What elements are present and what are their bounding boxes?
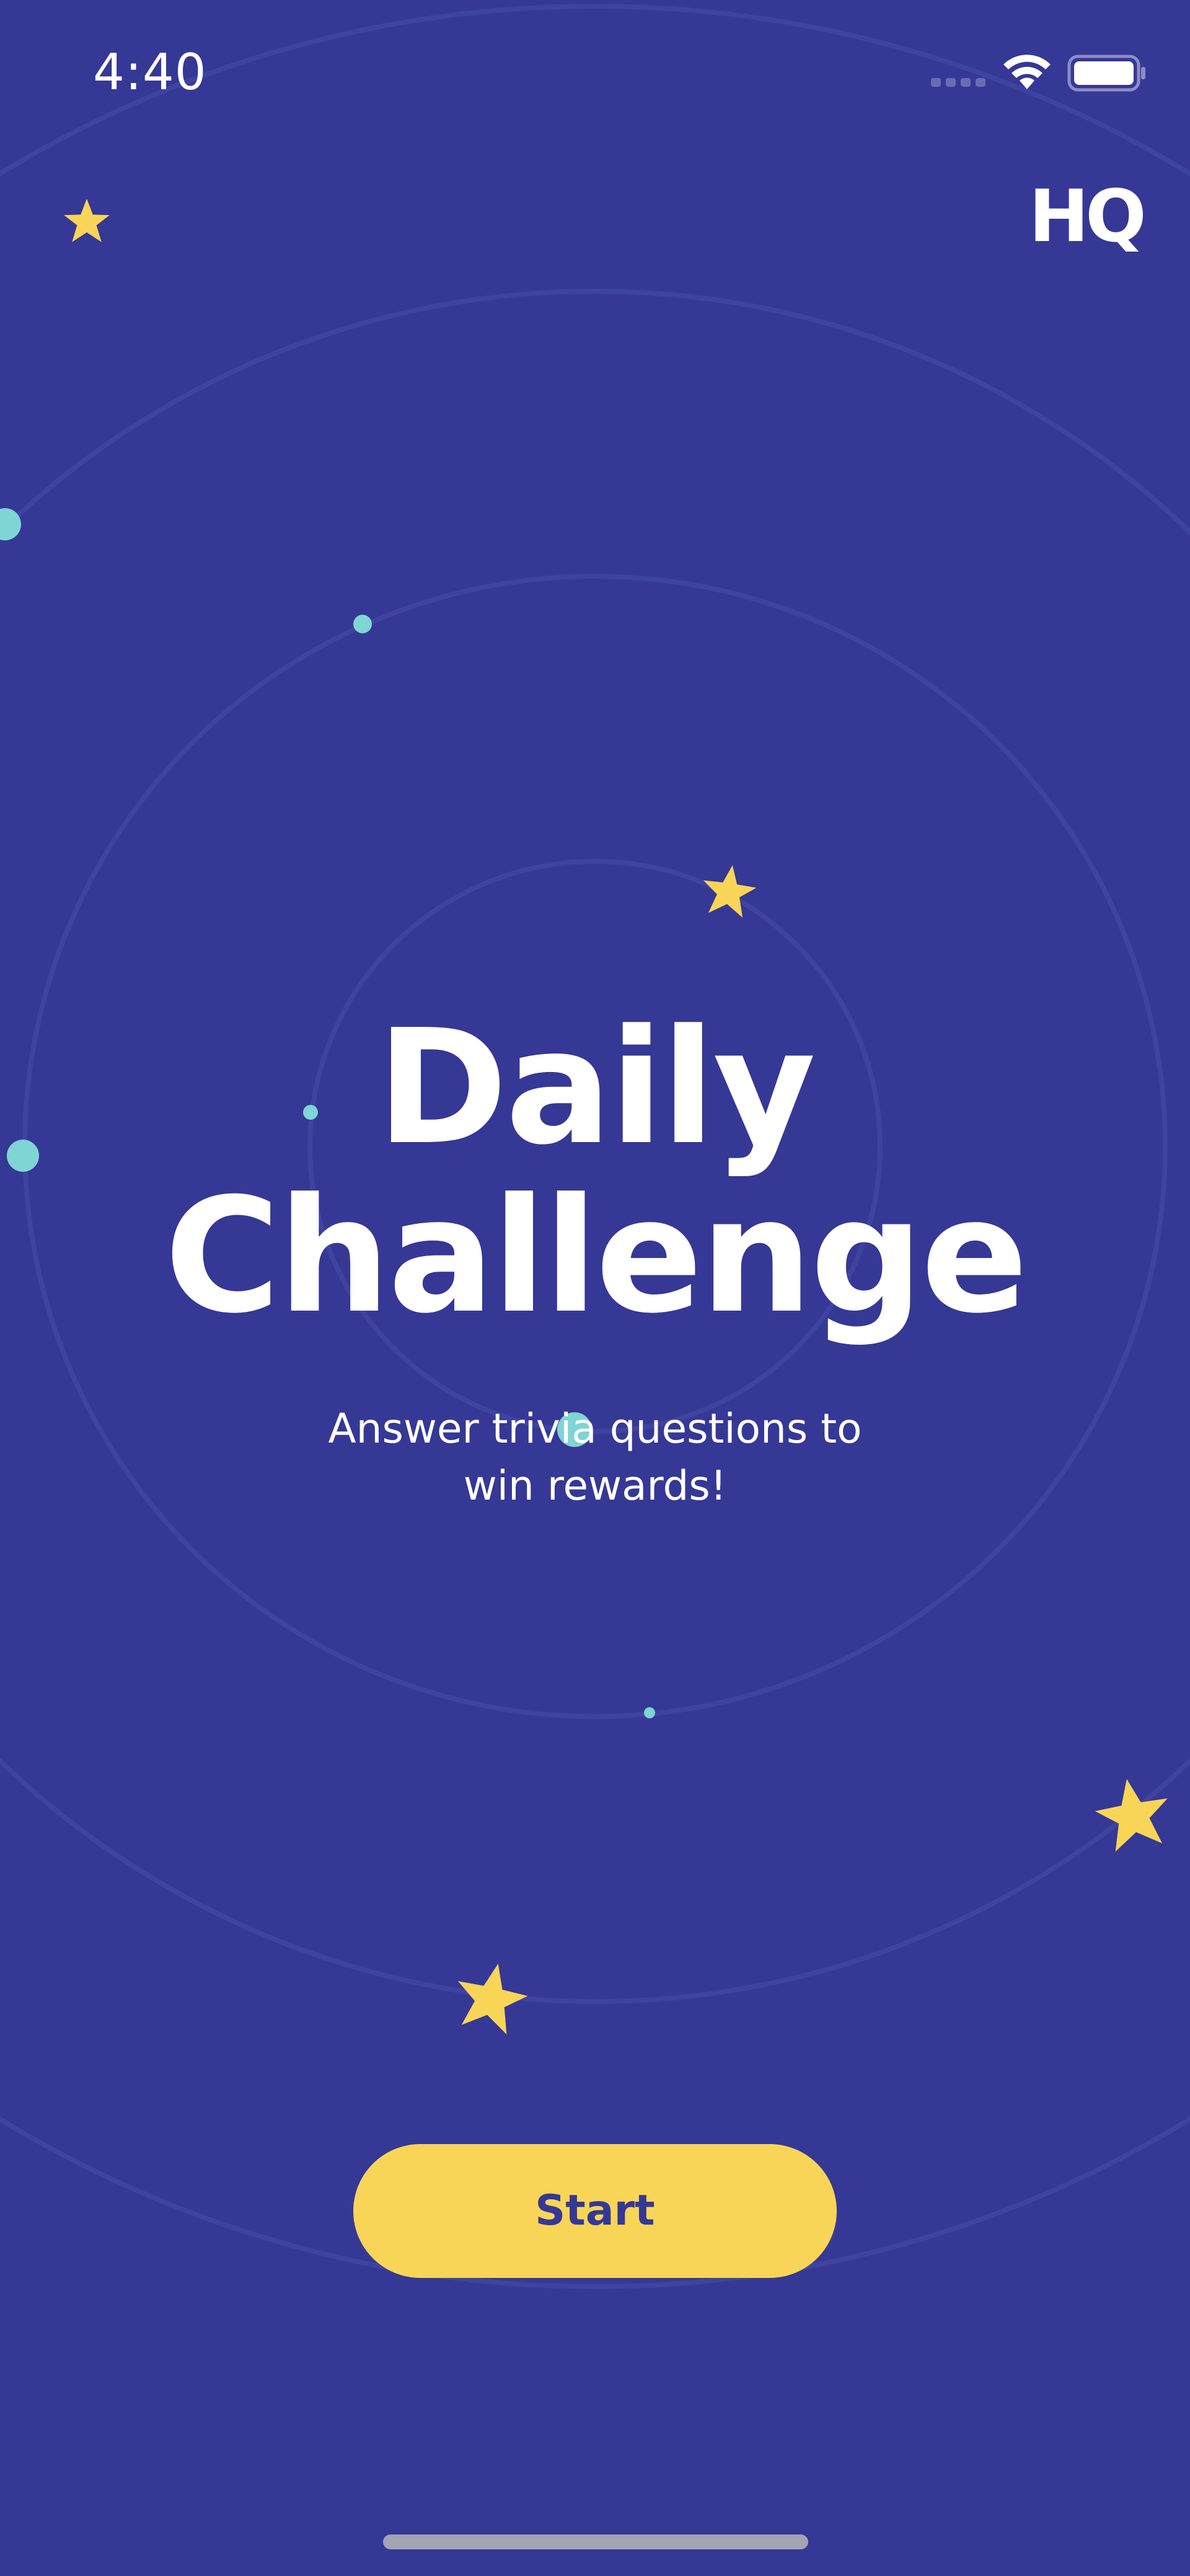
start-button[interactable]: Start — [353, 2144, 837, 2278]
status-icons — [930, 48, 1153, 98]
hq-logo: HQ — [1029, 175, 1147, 258]
dot-icon — [353, 615, 372, 633]
title-line-2: Challenge — [164, 1164, 1028, 1348]
daily-challenge-screen: 4:40 HQ Daily Challenge Answer trivia qu… — [0, 0, 1190, 2576]
wifi-icon — [1003, 55, 1051, 89]
star-icon — [457, 1963, 528, 2035]
battery-icon — [1067, 55, 1145, 92]
home-indicator[interactable] — [383, 2534, 808, 2549]
subtitle-line-1: Answer trivia questions to — [328, 1405, 862, 1453]
status-time: 4:40 — [93, 43, 207, 101]
cellular-signal-icon — [931, 78, 985, 87]
dot-icon — [644, 1707, 655, 1718]
dot-icon — [0, 508, 21, 540]
subtitle: Answer trivia questions to win rewards! — [285, 1400, 905, 1514]
star-icon[interactable] — [61, 196, 113, 247]
star-icon — [703, 865, 757, 918]
star-icon — [1095, 1778, 1168, 1852]
subtitle-line-2: win rewards! — [463, 1462, 727, 1510]
title-line-1: Daily — [376, 996, 816, 1180]
page-title: Daily Challenge — [0, 1004, 1190, 1341]
